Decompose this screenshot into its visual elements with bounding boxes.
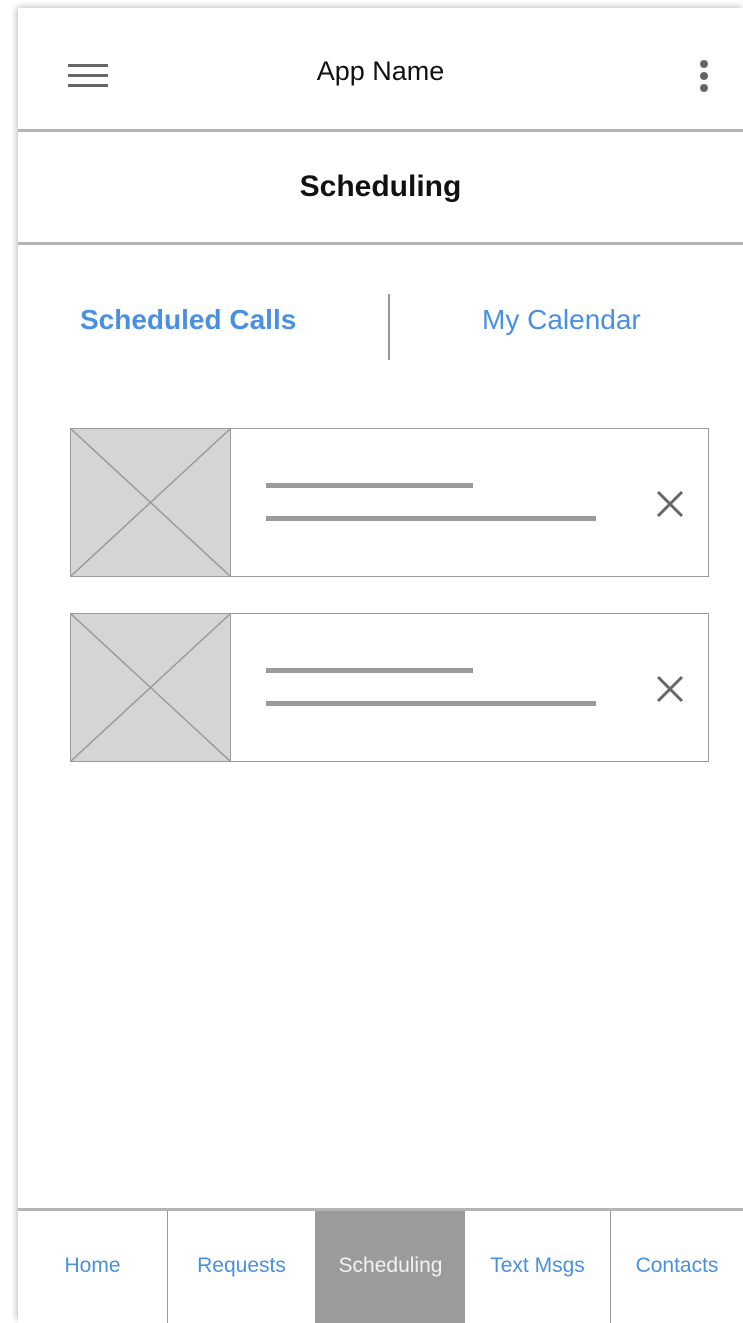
bottom-nav: Home Requests Scheduling Text Msgs Conta… [18, 1208, 743, 1323]
title-placeholder-line [266, 668, 473, 673]
tab-divider [388, 294, 390, 360]
subtitle-placeholder-line [266, 701, 596, 706]
list-item[interactable] [70, 613, 709, 762]
phone-frame: App Name Scheduling Scheduled Calls My C… [18, 8, 743, 1323]
page-header: Scheduling [18, 132, 743, 245]
close-icon[interactable] [655, 674, 685, 704]
image-placeholder-icon [71, 429, 231, 576]
subtitle-placeholder-line [266, 516, 596, 521]
app-bar: App Name [18, 8, 743, 132]
nav-item-contacts[interactable]: Contacts [611, 1211, 743, 1323]
close-icon[interactable] [655, 489, 685, 519]
tab-scheduled-calls[interactable]: Scheduled Calls [80, 304, 296, 336]
tab-my-calendar[interactable]: My Calendar [482, 304, 641, 336]
nav-item-text-msgs[interactable]: Text Msgs [465, 1211, 611, 1323]
nav-item-scheduling[interactable]: Scheduling [316, 1211, 465, 1323]
title-placeholder-line [266, 483, 473, 488]
more-vertical-icon[interactable] [694, 58, 714, 94]
page-title: Scheduling [299, 170, 462, 203]
nav-item-requests[interactable]: Requests [168, 1211, 316, 1323]
nav-item-home[interactable]: Home [18, 1211, 168, 1323]
image-placeholder-icon [71, 614, 231, 761]
list-item[interactable] [70, 428, 709, 577]
app-title: App Name [316, 56, 445, 86]
